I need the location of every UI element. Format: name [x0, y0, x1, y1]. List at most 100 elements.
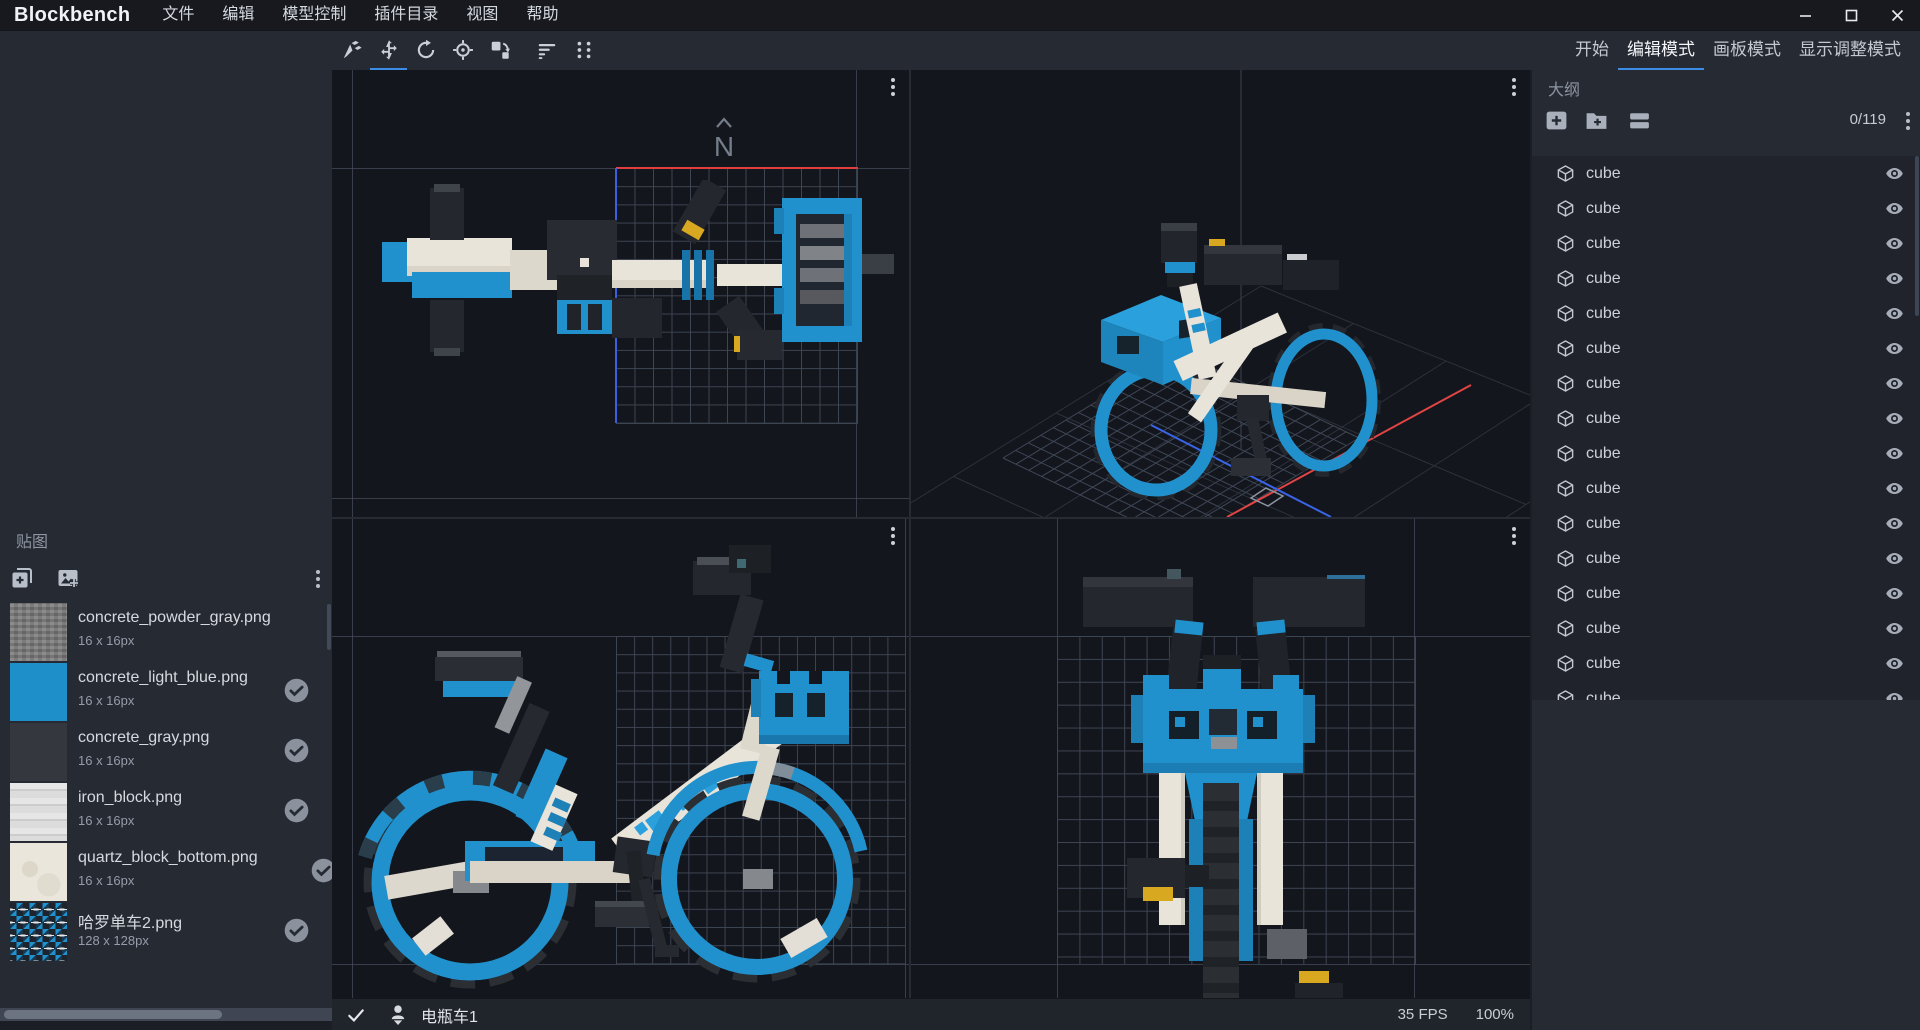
- outliner-row[interactable]: cube: [1532, 156, 1920, 191]
- main-toolbar: 开始编辑模式画板模式显示调整模式: [0, 30, 1920, 70]
- texture-size: 16 x 16px: [78, 873, 134, 888]
- texture-enabled-check-icon[interactable]: [283, 677, 310, 704]
- outliner-row[interactable]: cube: [1532, 611, 1920, 646]
- mode-tab-1[interactable]: 编辑模式: [1618, 31, 1704, 71]
- outliner-row[interactable]: cube: [1532, 681, 1920, 700]
- toolbar-grip-button[interactable]: [565, 32, 602, 71]
- outliner-row[interactable]: cube: [1532, 576, 1920, 611]
- add-cube-button[interactable]: [1544, 108, 1569, 138]
- menu-item-2[interactable]: 模型控制: [268, 0, 360, 30]
- close-button[interactable]: [1874, 0, 1920, 30]
- texture-enabled-check-icon[interactable]: [283, 917, 310, 944]
- project-name[interactable]: 电瓶车1: [421, 1003, 478, 1027]
- visibility-eye-icon[interactable]: [1885, 584, 1904, 608]
- visibility-eye-icon[interactable]: [1885, 514, 1904, 538]
- visibility-eye-icon[interactable]: [1885, 164, 1904, 188]
- outliner-scrollbar[interactable]: [1915, 156, 1919, 316]
- left-panel-hscrollbar[interactable]: [0, 1008, 332, 1021]
- create-texture-button[interactable]: [10, 566, 34, 595]
- menu-item-1[interactable]: 编辑: [208, 0, 268, 30]
- outliner-menu-icon[interactable]: [1906, 112, 1910, 130]
- outliner-item-label: cube: [1586, 655, 1621, 673]
- menu-item-0[interactable]: 文件: [148, 0, 208, 30]
- texture-thumbnail: [10, 783, 67, 841]
- viewport-perspective[interactable]: [911, 70, 1530, 517]
- visibility-eye-icon[interactable]: [1885, 374, 1904, 398]
- viewport-menu-icon[interactable]: [1512, 527, 1516, 545]
- outliner-row[interactable]: cube: [1532, 646, 1920, 681]
- outliner-row[interactable]: cube: [1532, 541, 1920, 576]
- texture-row[interactable]: concrete_light_blue.png 16 x 16px: [0, 662, 332, 722]
- visibility-eye-icon[interactable]: [1885, 619, 1904, 643]
- visibility-eye-icon[interactable]: [1885, 304, 1904, 328]
- texture-enabled-check-icon[interactable]: [283, 797, 310, 824]
- outliner-item-label: cube: [1586, 200, 1621, 218]
- texture-list-scrollbar[interactable]: [327, 604, 331, 650]
- texture-row[interactable]: concrete_powder_gray.png 16 x 16px: [0, 602, 332, 662]
- mode-tab-0[interactable]: 开始: [1566, 31, 1618, 71]
- visibility-eye-icon[interactable]: [1885, 409, 1904, 433]
- outliner-row[interactable]: cube: [1532, 506, 1920, 541]
- sort-tool-button[interactable]: [528, 32, 565, 71]
- rotate-tool-button[interactable]: [407, 32, 444, 71]
- texture-row[interactable]: iron_block.png 16 x 16px: [0, 782, 332, 842]
- maximize-button[interactable]: [1828, 0, 1874, 30]
- visibility-eye-icon[interactable]: [1885, 199, 1904, 223]
- texture-name: concrete_light_blue.png: [78, 669, 248, 687]
- viewport-side-view[interactable]: [332, 519, 909, 998]
- cube-icon: [1556, 619, 1575, 638]
- import-texture-button[interactable]: [56, 566, 80, 595]
- outliner-row[interactable]: cube: [1532, 261, 1920, 296]
- visibility-eye-icon[interactable]: [1885, 549, 1904, 573]
- visibility-eye-icon[interactable]: [1885, 654, 1904, 678]
- visibility-eye-icon[interactable]: [1885, 479, 1904, 503]
- move-tool-button[interactable]: [370, 32, 407, 71]
- menu-item-4[interactable]: 视图: [452, 0, 512, 30]
- outliner-row[interactable]: cube: [1532, 401, 1920, 436]
- outliner-item-label: cube: [1586, 410, 1621, 428]
- cube-icon: [1556, 689, 1575, 700]
- viewport-menu-icon[interactable]: [1512, 78, 1516, 96]
- viewport-front-view[interactable]: [911, 519, 1530, 998]
- outliner-item-label: cube: [1586, 445, 1621, 463]
- visibility-eye-icon[interactable]: [1885, 444, 1904, 468]
- texture-enabled-check-icon[interactable]: [283, 737, 310, 764]
- viewport-menu-icon[interactable]: [891, 527, 895, 545]
- outliner-row[interactable]: cube: [1532, 366, 1920, 401]
- visibility-eye-icon[interactable]: [1885, 269, 1904, 293]
- outliner-row[interactable]: cube: [1532, 191, 1920, 226]
- textures-menu-icon[interactable]: [316, 570, 320, 588]
- transform-tool-button[interactable]: [481, 32, 518, 71]
- viewport-menu-icon[interactable]: [891, 78, 895, 96]
- texture-row[interactable]: 哈罗单车2.png 128 x 128px: [0, 902, 332, 962]
- outliner-row[interactable]: cube: [1532, 331, 1920, 366]
- minimize-button[interactable]: [1782, 0, 1828, 30]
- model-front-view: [1051, 569, 1391, 998]
- menu-item-5[interactable]: 帮助: [512, 0, 572, 30]
- texture-list: concrete_powder_gray.png 16 x 16px concr…: [0, 602, 332, 962]
- viewport-top-view[interactable]: N: [332, 70, 909, 517]
- menu-item-3[interactable]: 插件目录: [360, 0, 452, 30]
- visibility-eye-icon[interactable]: [1885, 689, 1904, 700]
- texture-row[interactable]: quartz_block_bottom.png 16 x 16px: [0, 842, 332, 902]
- add-group-button[interactable]: [1584, 108, 1609, 138]
- left-panel-hscrollbar-thumb[interactable]: [4, 1010, 222, 1019]
- status-bar: 电瓶车1 35 FPS 100%: [332, 998, 1530, 1030]
- outliner-row[interactable]: cube: [1532, 436, 1920, 471]
- outliner-panel-title: 大纲: [1532, 78, 1920, 104]
- pivot-tool-button[interactable]: [444, 32, 481, 71]
- fps-counter: 35 FPS: [1398, 1006, 1448, 1023]
- select-tool-button[interactable]: [333, 32, 370, 71]
- texture-row[interactable]: concrete_gray.png 16 x 16px: [0, 722, 332, 782]
- zoom-level[interactable]: 100%: [1476, 1006, 1514, 1023]
- outliner-row[interactable]: cube: [1532, 471, 1920, 506]
- left-panel-bottom-strip: [0, 1021, 332, 1030]
- mode-tab-2[interactable]: 画板模式: [1704, 31, 1790, 71]
- toggle-lists-icon[interactable]: [1627, 108, 1652, 138]
- visibility-eye-icon[interactable]: [1885, 339, 1904, 363]
- outliner-row[interactable]: cube: [1532, 296, 1920, 331]
- visibility-eye-icon[interactable]: [1885, 234, 1904, 258]
- sort-icon: [536, 39, 558, 61]
- outliner-row[interactable]: cube: [1532, 226, 1920, 261]
- mode-tab-3[interactable]: 显示调整模式: [1790, 31, 1910, 71]
